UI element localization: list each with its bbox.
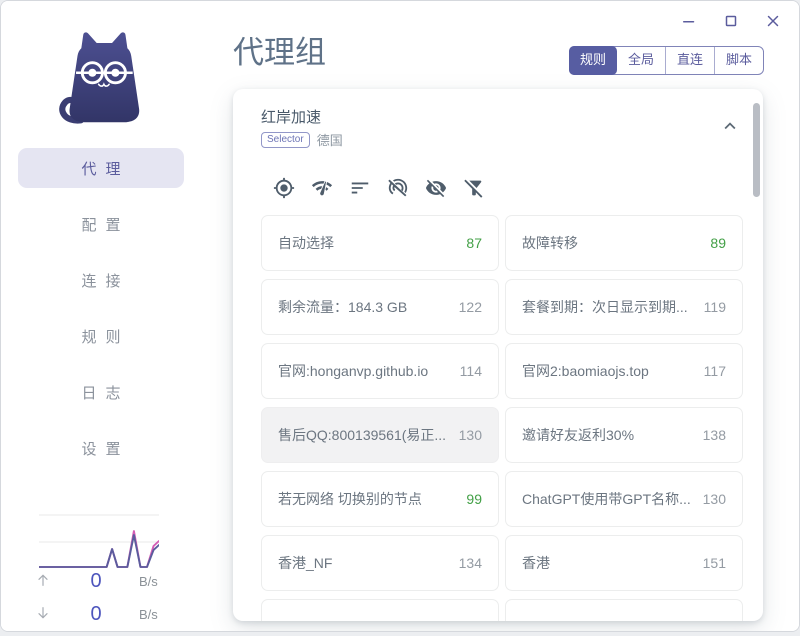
chevron-up-icon [724,122,736,130]
proxy-delay: 119 [703,299,726,315]
proxy-item[interactable] [505,599,743,621]
proxy-name: 香港_NF [278,555,333,571]
upload-speed-unit: B/s [139,573,158,589]
mode-tab-全局[interactable]: 全局 [617,47,665,74]
proxy-name: 故障转移 [522,235,578,251]
wifi-tethering-off-icon[interactable] [387,177,409,199]
network-check-icon[interactable] [311,177,333,199]
proxy-group-card: 红岸加速 Selector 德国 自动选择 87 故障转移 89 剩余流量：184.3 … [233,89,763,621]
proxy-item[interactable]: 售后QQ:800139561(易正... 130 [261,407,499,463]
proxy-name: 香港 [522,555,550,571]
proxy-name: 售后QQ:800139561(易正... [278,427,447,443]
proxy-item[interactable]: 香港_NF 134 [261,535,499,591]
maximize-button[interactable] [721,11,741,31]
download-speed-row: 0 B/s [35,602,171,626]
arrow-up-icon [35,572,53,590]
proxy-item[interactable]: 香港 151 [505,535,743,591]
proxy-delay: 117 [703,363,726,379]
close-icon [767,15,779,27]
collapse-group-button[interactable] [717,113,743,139]
proxy-mode-tabs: 规则 全局 直连 脚本 [568,46,764,75]
minimize-button[interactable] [679,11,699,31]
proxy-name: 自动选择 [278,235,334,251]
upload-speed-value: 0 [90,569,102,592]
proxy-delay: 134 [458,555,482,571]
group-subtitle: Selector 德国 [261,130,343,149]
download-speed-unit: B/s [139,606,158,622]
proxy-name: 邀请好友返利30% [522,427,635,443]
locate-icon[interactable] [273,177,295,199]
sidebar-item-代理[interactable]: 代理 [18,148,184,188]
sort-icon[interactable] [349,177,371,199]
proxy-name: 官网:honganvp.github.io [278,363,429,379]
mode-tab-直连[interactable]: 直连 [664,47,714,74]
maximize-icon [725,15,737,27]
main-panel: 代理组 规则 全局 直连 脚本 红岸加速 Selector 德国 自动选择 87 故障转移… [201,1,799,631]
proxy-item[interactable]: 若无网络 切换别的节点 99 [261,471,499,527]
proxy-name: 剩余流量：184.3 GB [278,299,408,315]
proxy-name: 套餐到期：次日显示到期... [522,299,688,315]
download-speed-value: 0 [90,602,102,625]
proxy-delay: 122 [458,299,482,315]
mode-tab-脚本[interactable]: 脚本 [713,47,763,74]
proxy-grid: 自动选择 87 故障转移 89 剩余流量：184.3 GB 122 套餐到期：次日显示到期.… [261,215,743,621]
proxy-delay: 114 [459,363,482,379]
proxy-item[interactable]: 官网2:baomiaojs.top 117 [505,343,743,399]
proxy-item[interactable]: ChatGPT使用带GPT名称... 130 [505,471,743,527]
traffic-graph [39,514,159,568]
proxy-item[interactable]: 故障转移 89 [505,215,743,271]
sidebar: 代理配置连接规则日志设置 0 B/s 0 B/s [1,1,201,631]
proxy-item[interactable]: 官网:honganvp.github.io 114 [261,343,499,399]
arrow-down-icon [35,605,53,623]
upload-line [39,534,159,568]
group-name: 红岸加速 [261,109,322,126]
group-toolbar [273,177,485,199]
proxy-delay: 89 [710,235,726,251]
group-type-badge: Selector [261,131,310,148]
upload-speed-row: 0 B/s [35,569,171,593]
close-button[interactable] [763,11,783,31]
proxy-name: 若无网络 切换别的节点 [278,491,422,507]
window-controls [679,11,783,31]
sidebar-item-设置[interactable]: 设置 [18,428,184,468]
proxy-item[interactable] [261,599,499,621]
app-window: 代理 配置 连接 规则 日志 设置 0 B/s 0 B/s 代理组 规则 全局 直连 脚本 红岸… [0,0,800,632]
sidebar-nav: 代理配置连接规则日志设置 [1,148,201,484]
proxy-delay: 99 [466,491,482,507]
proxy-delay: 138 [702,427,726,443]
proxy-delay: 87 [466,235,482,251]
sidebar-item-配置[interactable]: 配置 [18,204,184,244]
mode-tab-规则[interactable]: 规则 [568,46,617,75]
sidebar-item-日志[interactable]: 日志 [18,372,184,412]
page-title: 代理组 [233,35,326,70]
filter-alt-off-icon[interactable] [463,177,485,199]
proxy-item[interactable]: 邀请好友返利30% 138 [505,407,743,463]
sidebar-item-连接[interactable]: 连接 [18,260,184,300]
proxy-delay: 151 [702,555,726,571]
proxy-name: 官网2:baomiaojs.top [522,363,649,379]
scrollbar-thumb[interactable] [753,103,760,197]
group-current-node: 德国 [316,133,343,148]
download-line [39,530,159,568]
proxy-delay: 130 [702,491,726,507]
proxy-item[interactable]: 剩余流量：184.3 GB 122 [261,279,499,335]
clash-cat-logo [59,32,140,124]
minimize-icon [683,21,695,23]
proxy-item[interactable]: 套餐到期：次日显示到期... 119 [505,279,743,335]
proxy-delay: 130 [458,427,482,443]
proxy-name: ChatGPT使用带GPT名称... [522,491,691,507]
visibility-off-icon[interactable] [425,177,447,199]
proxy-item[interactable]: 自动选择 87 [261,215,499,271]
sidebar-item-规则[interactable]: 规则 [18,316,184,356]
